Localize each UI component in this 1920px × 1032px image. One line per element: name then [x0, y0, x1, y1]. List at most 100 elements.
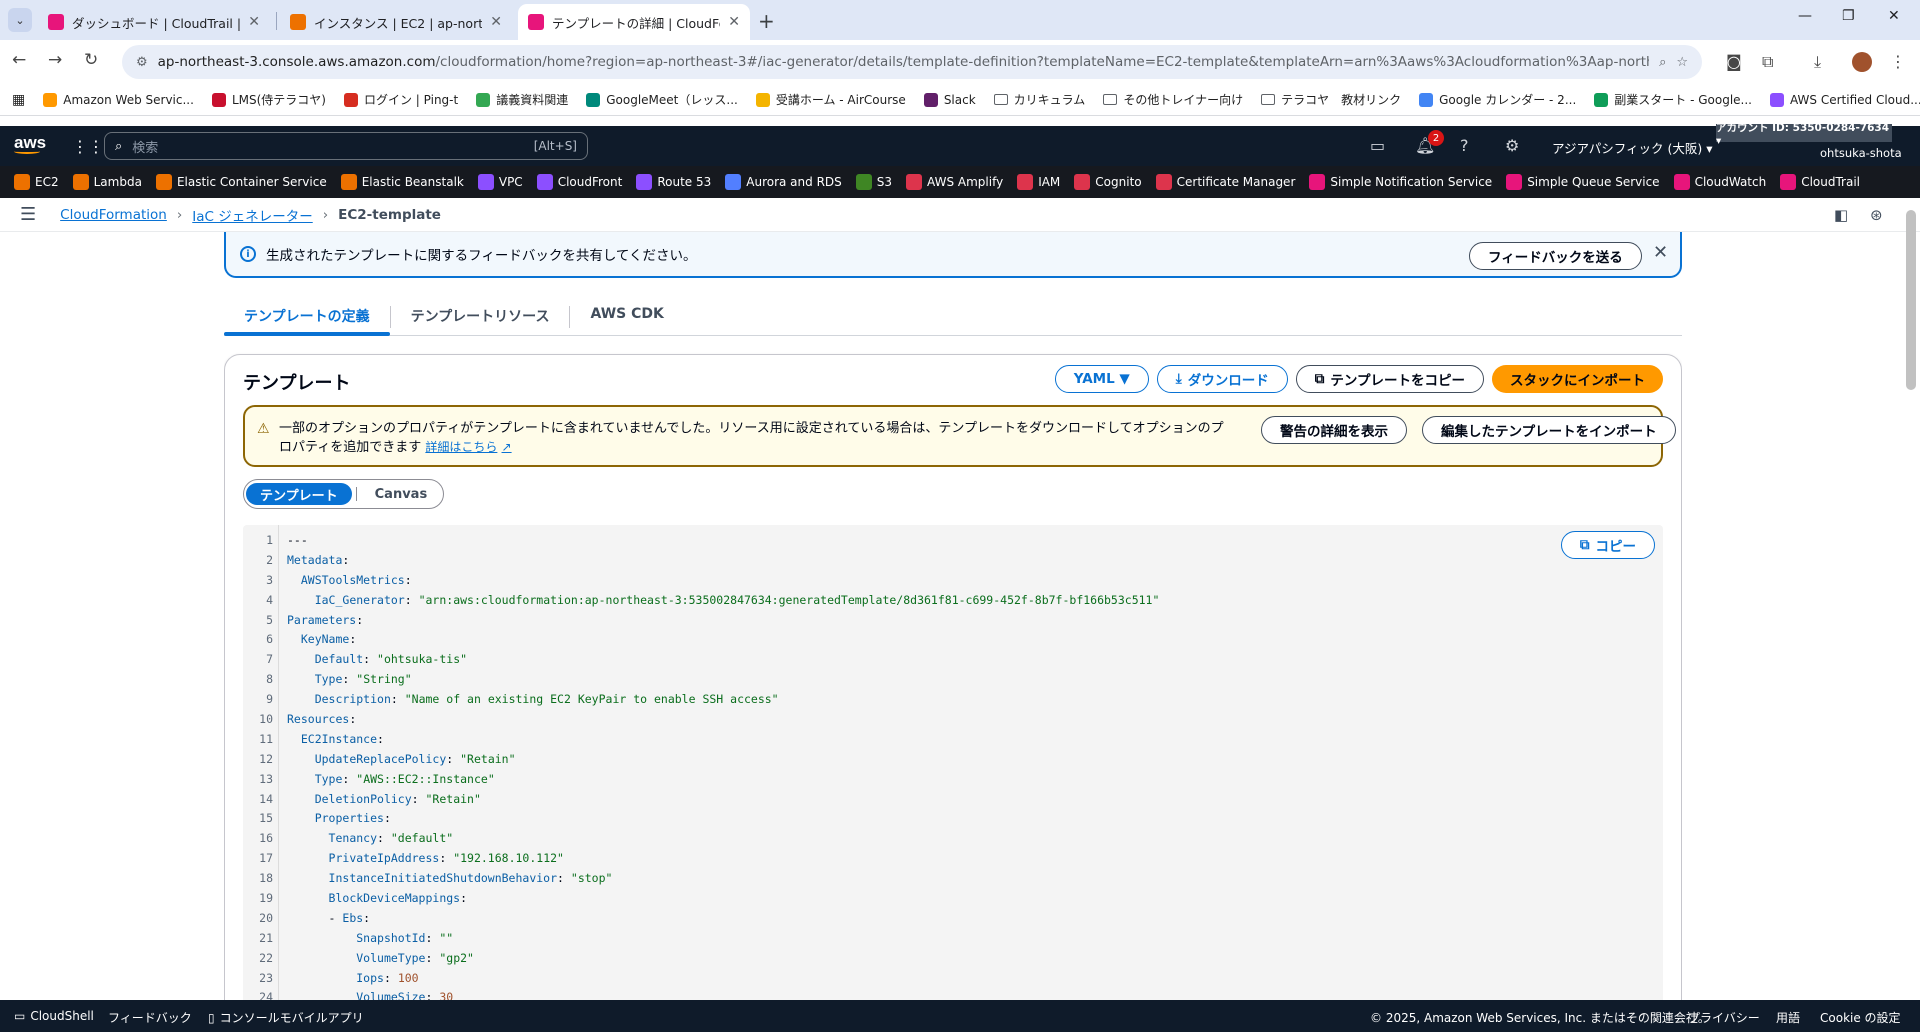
gear-icon[interactable]: ⚙ — [1505, 136, 1519, 155]
favorite-service-certificate-manager[interactable]: Certificate Manager — [1155, 174, 1295, 190]
yaml-key: Properties — [314, 811, 384, 826]
download-icon[interactable]: ⤓ — [1814, 52, 1821, 72]
profile-avatar[interactable] — [1852, 52, 1872, 72]
import-to-stack-button[interactable]: スタックにインポート — [1492, 365, 1663, 393]
favorite-service-cognito[interactable]: Cognito — [1074, 174, 1142, 190]
favorite-service-elastic-beanstalk[interactable]: Elastic Beanstalk — [340, 174, 464, 190]
favorite-service-ec2[interactable]: EC2 — [14, 174, 59, 190]
import-edited-template-button[interactable]: 編集したテンプレートをインポート — [1422, 416, 1676, 444]
breadcrumb-cloudformation[interactable]: CloudFormation — [60, 207, 167, 223]
aws-logo[interactable]: aws — [14, 133, 46, 154]
send-feedback-button[interactable]: フィードバックを送る — [1469, 242, 1642, 270]
learn-more-link[interactable]: 詳細はこちら — [425, 440, 497, 454]
back-arrow-icon[interactable]: ← — [12, 50, 26, 70]
hamburger-menu-icon[interactable]: ☰ — [20, 204, 36, 225]
footer-mobile-app[interactable]: ▯ コンソールモバイルアプリ — [208, 1009, 364, 1026]
favorite-service-iam[interactable]: IAM — [1017, 174, 1060, 190]
new-tab-plus-icon[interactable]: + — [758, 9, 775, 33]
favorite-service-simple-queue-service[interactable]: Simple Queue Service — [1506, 174, 1660, 190]
yaml-key: Parameters — [287, 612, 357, 627]
bookmark-item[interactable]: 副業スタート - Google... — [1594, 91, 1752, 108]
tab-template-resources[interactable]: テンプレートリソース — [391, 294, 570, 335]
reload-icon[interactable]: ↻ — [84, 50, 98, 70]
bookmark-item[interactable]: Slack — [923, 92, 976, 107]
close-icon[interactable]: ✕ — [1653, 242, 1668, 263]
browser-tab-cloudtrail[interactable]: ダッシュボード | CloudTrail | ap-nor ✕ — [38, 4, 270, 40]
tab-template-definition[interactable]: テンプレートの定義 — [224, 294, 390, 336]
copy-template-button[interactable]: ⧉ テンプレートをコピー — [1295, 365, 1484, 393]
bookmark-item[interactable]: AWS Certified Cloud... — [1770, 92, 1920, 107]
close-icon[interactable]: ✕ — [728, 14, 740, 30]
toggle-canvas[interactable]: Canvas — [361, 483, 442, 505]
menu-kebab-icon[interactable]: ⋮ — [1890, 52, 1906, 71]
footer-cookie-settings[interactable]: Cookie の設定 — [1820, 1009, 1901, 1026]
bookmark-item[interactable]: 議義資料関連 — [476, 91, 568, 108]
toggle-template[interactable]: テンプレート — [246, 483, 352, 505]
favorite-service-cloudtrail[interactable]: CloudTrail — [1780, 174, 1860, 190]
cloudshell-icon[interactable]: ▭ — [1370, 136, 1385, 155]
favorite-service-simple-notification-service[interactable]: Simple Notification Service — [1309, 174, 1492, 190]
bookmark-item[interactable]: テラコヤ 教材リンク — [1261, 91, 1401, 108]
account-user[interactable]: ohtsuka-shota — [1820, 146, 1902, 160]
side-panel-icon[interactable]: ◧ — [1834, 206, 1848, 224]
copy-code-button[interactable]: ⧉ コピー — [1560, 531, 1655, 559]
minimize-icon[interactable]: — — [1798, 8, 1812, 24]
bookmark-item[interactable]: 受講ホーム - AirCourse — [755, 91, 906, 108]
region-selector[interactable]: アジアパシフィック (大阪) ▾ — [1552, 138, 1712, 157]
download-button[interactable]: ⤓ ダウンロード — [1156, 365, 1288, 393]
site-info-icon[interactable]: ⚙ — [136, 55, 148, 70]
favorite-service-route-53[interactable]: Route 53 — [636, 174, 711, 190]
bookmark-item[interactable]: GoogleMeet（レッス... — [586, 91, 738, 108]
url-text[interactable]: ap-northeast-3.console.aws.amazon.com/cl… — [158, 54, 1649, 70]
tab-aws-cdk[interactable]: AWS CDK — [570, 294, 683, 335]
service-icon — [1017, 174, 1034, 190]
forward-arrow-icon[interactable]: → — [48, 50, 62, 70]
favorite-service-elastic-container-service[interactable]: Elastic Container Service — [155, 174, 327, 190]
footer-cloudshell[interactable]: ▭ CloudShell — [14, 1009, 94, 1023]
window-close-icon[interactable]: ✕ — [1888, 8, 1900, 24]
code-line: 23 Iops: 100 — [259, 969, 1647, 989]
favorite-service-aurora-and-rds[interactable]: Aurora and RDS — [725, 174, 842, 190]
tab-search-button[interactable]: ⌄ — [8, 8, 32, 32]
yaml-value: "default" — [390, 831, 454, 846]
close-icon[interactable]: ✕ — [490, 14, 502, 30]
browser-tab-ec2[interactable]: インスタンス | EC2 | ap-northeast- ✕ — [280, 4, 512, 40]
extensions-icon[interactable]: ⧉ — [1762, 52, 1773, 72]
screenshot-icon[interactable]: ◙ — [1726, 52, 1742, 71]
footer-privacy[interactable]: プライバシー — [1688, 1009, 1760, 1026]
favorite-service-s3[interactable]: S3 — [855, 174, 892, 190]
service-icon — [72, 174, 89, 190]
bookmark-item[interactable]: カリキュラム — [993, 91, 1085, 108]
page-scrollbar[interactable] — [1906, 210, 1916, 390]
favorite-service-lambda[interactable]: Lambda — [72, 174, 142, 190]
account-id[interactable]: アカウント ID: 5350-0284-7634 ▾ — [1716, 122, 1892, 147]
footer-feedback[interactable]: フィードバック — [108, 1009, 192, 1026]
apps-grid-icon[interactable]: ▦ — [12, 92, 25, 108]
chevron-right-icon: › — [176, 206, 183, 223]
console-footer: ▭ CloudShell フィードバック ▯ コンソールモバイルアプリ © 2025… — [0, 1000, 1920, 1032]
aws-search-input[interactable]: ⌕ 検索 [Alt+S] — [104, 132, 588, 160]
favorite-service-cloudwatch[interactable]: CloudWatch — [1673, 174, 1766, 190]
breadcrumb-iac-generator[interactable]: IaC ジェネレーター — [192, 205, 312, 225]
address-bar[interactable]: ⚙ ap-northeast-3.console.aws.amazon.com/… — [122, 45, 1702, 79]
format-select[interactable]: YAML ▼ — [1054, 365, 1149, 393]
show-warning-details-button[interactable]: 警告の詳細を表示 — [1261, 416, 1407, 444]
zoom-icon[interactable]: ⌕ — [1659, 55, 1666, 70]
bookmark-item[interactable]: LMS(侍テラコヤ) — [211, 91, 326, 108]
bookmark-label: LMS(侍テラコヤ) — [231, 93, 326, 107]
bookmark-item[interactable]: その他トレイナー向け — [1103, 91, 1243, 108]
bookmark-item[interactable]: Amazon Web Servic... — [43, 92, 194, 107]
favorite-service-cloudfront[interactable]: CloudFront — [536, 174, 622, 190]
code-editor[interactable]: 1 --- 2 Metadata:3 AWSToolsMetrics:4 IaC_Ge… — [243, 525, 1663, 1000]
bookmark-star-icon[interactable]: ☆ — [1676, 55, 1688, 70]
close-icon[interactable]: ✕ — [248, 14, 260, 30]
settings-circle-icon[interactable]: ⊛ — [1870, 206, 1883, 224]
favorite-service-vpc[interactable]: VPC — [477, 174, 523, 190]
bookmark-item[interactable]: Google カレンダー - 2... — [1419, 91, 1576, 108]
browser-tab-cloudformation[interactable]: テンプレートの詳細 | CloudFormati ✕ — [518, 4, 750, 40]
bookmark-item[interactable]: ログイン | Ping-t — [343, 91, 458, 108]
restore-icon[interactable]: ❐ — [1842, 8, 1855, 24]
favorite-service-aws-amplify[interactable]: AWS Amplify — [906, 174, 1003, 190]
help-icon[interactable]: ? — [1460, 136, 1469, 155]
footer-terms[interactable]: 用語 — [1776, 1009, 1800, 1026]
